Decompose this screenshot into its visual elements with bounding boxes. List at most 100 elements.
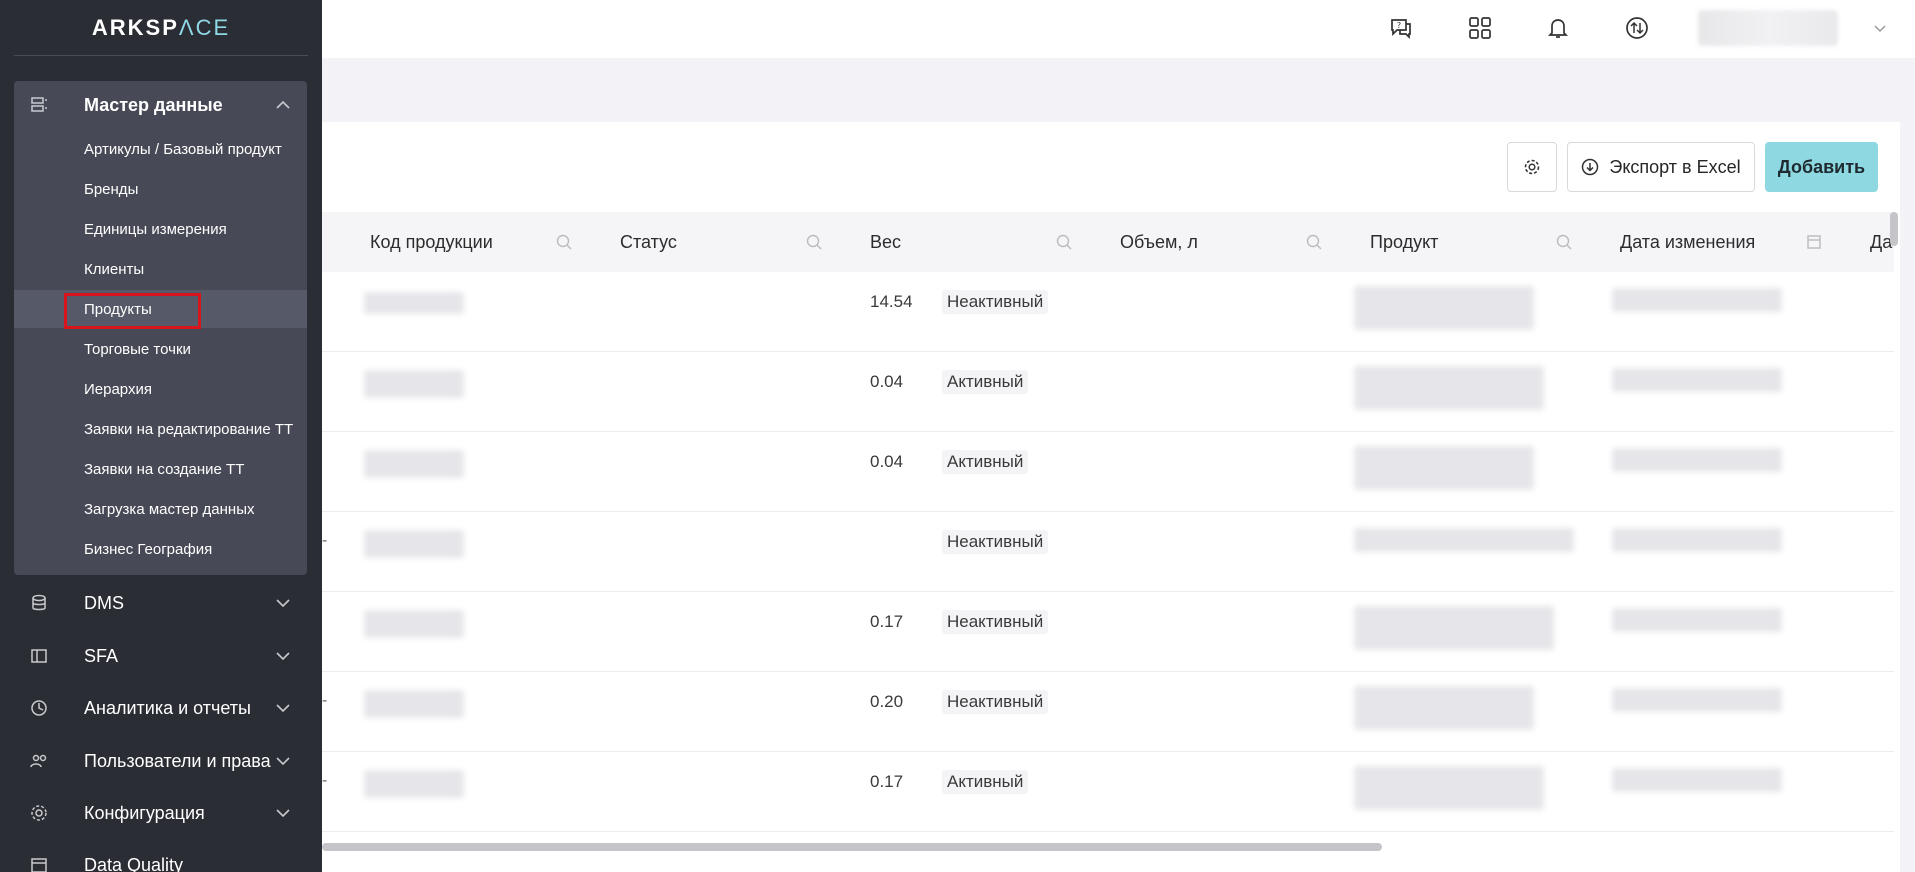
sidebar-item-label: Бренды (84, 180, 139, 198)
sidebar-item-label: Торговые точки (84, 340, 191, 358)
search-icon[interactable] (1305, 233, 1323, 251)
chevron-down-icon[interactable] (274, 647, 292, 665)
calendar-icon[interactable] (1805, 233, 1823, 251)
table-header: Код продукции Статус Вес Объем, л Продук… (322, 212, 1894, 272)
bell-icon[interactable] (1543, 13, 1573, 43)
chevron-down-icon[interactable] (274, 804, 292, 822)
sidebar-group-configuration[interactable]: Конфигурация (0, 788, 322, 838)
column-header-weight[interactable]: Вес (870, 212, 901, 272)
redacted-product-code (364, 770, 464, 798)
table-settings-button[interactable] (1507, 142, 1557, 192)
redacted-modified-date (1612, 608, 1782, 632)
column-header-volume[interactable]: Объем, л (1120, 212, 1198, 272)
sidebar-item-outlets[interactable]: Торговые точки (14, 330, 307, 368)
table-row[interactable]: - Неактивный 0.20 (322, 672, 1894, 752)
horizontal-scrollbar-thumb[interactable] (322, 843, 1382, 851)
redacted-product-code (364, 530, 464, 558)
table-row[interactable]: - Неактивный (322, 512, 1894, 592)
sidebar-item-label: Единицы измерения (84, 220, 227, 238)
column-header-product[interactable]: Продукт (1370, 212, 1438, 272)
column-label: Продукт (1370, 231, 1439, 252)
column-header-modified-date[interactable]: Дата изменения (1620, 212, 1755, 272)
add-button[interactable]: Добавить (1765, 142, 1878, 192)
sidebar-item-business-geo[interactable]: Бизнес География (14, 530, 307, 568)
user-profile[interactable] (1698, 10, 1838, 46)
sidebar-item-label: Клиенты (84, 260, 145, 278)
layout-icon (29, 646, 49, 666)
redacted-product-name (1354, 446, 1534, 490)
vertical-scrollbar-thumb[interactable] (1890, 212, 1898, 246)
table-row[interactable]: Неактивный 0.17 (322, 592, 1894, 672)
redacted-product-name (1354, 366, 1544, 410)
pie-chart-icon (29, 698, 49, 718)
export-excel-button[interactable]: Экспорт в Excel (1567, 142, 1755, 192)
chevron-down-icon[interactable] (274, 699, 292, 717)
table-row[interactable]: Неактивный 14.54 (322, 272, 1894, 352)
chevron-down-icon[interactable] (274, 752, 292, 770)
users-icon (29, 751, 49, 771)
chevron-down-icon[interactable] (274, 594, 292, 612)
column-header-product-code[interactable]: Код продукции (370, 212, 493, 272)
database-list-icon (29, 95, 49, 115)
column-header-date-truncated[interactable]: Да (1870, 212, 1892, 272)
apps-grid-icon[interactable] (1465, 13, 1495, 43)
sidebar-item-brands[interactable]: Бренды (14, 170, 307, 208)
sync-icon[interactable] (1622, 13, 1652, 43)
status-badge: Активный (942, 450, 1029, 474)
calendar-icon (29, 855, 49, 872)
top-header (322, 0, 1915, 58)
help-chat-icon[interactable]: ? (1386, 13, 1416, 43)
sidebar-item-articles[interactable]: Артикулы / Базовый продукт (14, 130, 307, 168)
sidebar-item-units[interactable]: Единицы измерения (14, 210, 307, 248)
logo-text-thin: ΛCE (178, 14, 231, 40)
redacted-product-code (364, 370, 464, 398)
column-label: Да (1870, 231, 1893, 252)
sidebar-group-label: SFA (84, 645, 119, 666)
sidebar-group-dms[interactable]: DMS (0, 578, 322, 628)
sidebar-group-analytics[interactable]: Аналитика и отчеты (0, 683, 322, 733)
chevron-up-icon[interactable] (274, 96, 292, 114)
column-label: Дата изменения (1620, 231, 1756, 252)
app-logo[interactable]: ARKSP ΛCE (14, 0, 308, 56)
status-badge: Активный (942, 370, 1029, 394)
sidebar-group-label: Конфигурация (84, 802, 205, 823)
table-row[interactable]: Активный 0.04 (322, 352, 1894, 432)
sidebar-group-label: Аналитика и отчеты (84, 697, 251, 718)
sidebar-item-label: Заявки на создание ТТ (84, 460, 245, 478)
status-badge: Неактивный (942, 690, 1049, 714)
weight-value: 0.20 (870, 692, 904, 711)
sidebar-item-create-requests[interactable]: Заявки на создание ТТ (14, 450, 307, 488)
chevron-down-icon[interactable] (1872, 20, 1888, 36)
search-icon[interactable] (805, 233, 823, 251)
status-badge: Неактивный (942, 290, 1049, 314)
sidebar-group-master-data[interactable]: Мастер данные (0, 80, 322, 130)
sidebar-item-label: Заявки на редактирование ТТ (84, 420, 294, 438)
add-button-label: Добавить (1777, 156, 1866, 177)
gear-icon (29, 803, 49, 823)
redacted-product-name (1354, 286, 1534, 330)
weight-value: 0.04 (870, 372, 904, 391)
selection-highlight (64, 293, 201, 329)
search-icon[interactable] (555, 233, 573, 251)
sidebar-item-master-upload[interactable]: Загрузка мастер данных (14, 490, 307, 528)
column-header-status[interactable]: Статус (620, 212, 677, 272)
sidebar-group-data-quality[interactable]: Data Quality (0, 840, 322, 872)
table-row[interactable]: Активный 0.04 (322, 432, 1894, 512)
sidebar-group-sfa[interactable]: SFA (0, 631, 322, 681)
redacted-modified-date (1612, 368, 1782, 392)
sidebar-group-users[interactable]: Пользователи и права (0, 736, 322, 786)
sidebar-item-clients[interactable]: Клиенты (14, 250, 307, 288)
redacted-product-code (364, 292, 464, 314)
sidebar-item-edit-requests[interactable]: Заявки на редактирование ТТ (14, 410, 307, 448)
redacted-product-code (364, 690, 464, 718)
status-badge: Активный (942, 770, 1029, 794)
sidebar-item-hierarchy[interactable]: Иерархия (14, 370, 307, 408)
weight-value: 14.54 (870, 292, 913, 311)
row-prefix: - (322, 692, 328, 709)
table-row[interactable]: - Активный 0.17 (322, 752, 1894, 832)
column-label: Код продукции (370, 231, 493, 252)
redacted-modified-date (1612, 688, 1782, 712)
status-badge: Неактивный (942, 610, 1049, 634)
search-icon[interactable] (1055, 233, 1073, 251)
search-icon[interactable] (1555, 233, 1573, 251)
